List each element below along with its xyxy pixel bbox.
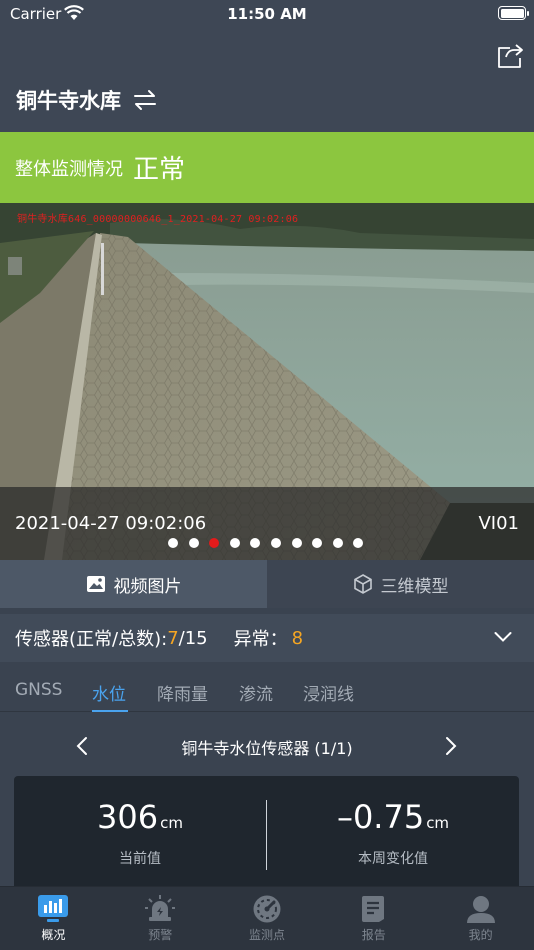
cube-icon [353, 574, 372, 594]
tab-overview[interactable]: 概况 [0, 887, 107, 950]
page-dot[interactable] [291, 538, 302, 548]
page-dot[interactable] [332, 538, 343, 548]
swap-icon[interactable] [133, 88, 157, 112]
report-icon [361, 896, 384, 922]
normal-sensor-count: 7 [167, 627, 179, 649]
sensor-navigator: 铜牛寺水位传感器 (1/1) [0, 724, 534, 768]
sensor-type-tabs: GNSS 水位 降雨量 渗流 浸润线 [0, 668, 534, 712]
overall-status-value: 正常 [133, 155, 186, 185]
page-dot[interactable] [250, 538, 261, 548]
page-dot[interactable] [353, 538, 364, 548]
tab-video-images[interactable]: 视频图片 [0, 560, 267, 608]
sensor-summary-prefix: 传感器(正常/总数): [15, 629, 168, 650]
weekly-change-value: –0.75 [336, 798, 425, 836]
tab-reports[interactable]: 报告 [320, 887, 427, 950]
overall-status-label: 整体监测情况 [15, 158, 123, 180]
sensor-summary[interactable]: 传感器(正常/总数): 7/15 异常： 8 [0, 614, 534, 662]
page-dot[interactable] [188, 538, 199, 548]
tab-seepage[interactable]: 渗流 [239, 680, 273, 705]
camera-snapshot[interactable]: 铜牛寺水库646_00000000646_1_2021-04-27 09:02:… [0, 203, 534, 560]
current-value-block: 306 cm 当前值 [14, 798, 266, 868]
tab-monitoring-points-label: 监测点 [248, 928, 285, 942]
tab-video-images-label: 视频图片 [113, 576, 182, 597]
tab-overview-label: 概况 [41, 928, 66, 942]
chevron-down-icon[interactable] [494, 631, 512, 643]
page-dot[interactable] [270, 538, 281, 548]
status-bar: Carrier 11:50 AM [0, 0, 534, 30]
user-icon [466, 896, 495, 923]
abnormal-label: 异常： [233, 629, 288, 650]
current-value-label: 当前值 [119, 851, 161, 867]
tab-3d-model-label: 三维模型 [380, 576, 449, 597]
tab-alerts-label: 预警 [148, 928, 173, 942]
share-icon[interactable] [496, 42, 524, 70]
active-tab-indicator [92, 710, 128, 712]
gauge-icon [253, 895, 281, 923]
snapshot-timestamp: 2021-04-27 09:02:06 [15, 513, 207, 534]
tab-monitoring-points[interactable]: 监测点 [214, 887, 321, 950]
tab-profile-label: 我的 [468, 928, 493, 942]
battery-icon [498, 6, 529, 20]
camera-id: VI01 [478, 513, 519, 534]
weekly-change-block: –0.75 cm 本周变化值 [267, 798, 519, 868]
chevron-right-icon[interactable] [444, 736, 458, 756]
alarm-icon [145, 895, 176, 921]
weekly-change-unit: cm [426, 814, 450, 832]
tab-phreatic-line[interactable]: 浸润线 [303, 680, 354, 705]
nav-header: 铜牛寺水库 [0, 30, 534, 132]
total-sensor-count: /15 [178, 627, 208, 649]
tab-alerts[interactable]: 预警 [107, 887, 214, 950]
image-icon [86, 576, 105, 592]
tab-gnss[interactable]: GNSS [15, 680, 62, 700]
bottom-tab-bar: 概况 预警 监测点 报告 我的 [0, 886, 534, 950]
tab-reports-label: 报告 [361, 928, 386, 942]
tab-3d-model[interactable]: 三维模型 [267, 560, 534, 608]
page-indicator[interactable] [168, 538, 374, 548]
abnormal-count: 8 [291, 627, 304, 649]
chart-icon [38, 895, 69, 922]
tab-rainfall[interactable]: 降雨量 [157, 680, 208, 705]
media-tabs: 视频图片 三维模型 [0, 560, 534, 608]
current-value: 306 [97, 798, 159, 836]
page-dot[interactable] [229, 538, 240, 548]
weekly-change-label: 本周变化值 [358, 851, 428, 867]
tab-profile[interactable]: 我的 [427, 887, 534, 950]
page-dot[interactable] [209, 538, 220, 548]
clock: 11:50 AM [227, 5, 307, 23]
readings-card: 306 cm 当前值 –0.75 cm 本周变化值 [14, 776, 519, 896]
reservoir-selector[interactable]: 铜牛寺水库 [16, 85, 157, 115]
tab-water-level[interactable]: 水位 [92, 680, 126, 705]
camera-overlay-caption: 铜牛寺水库646_00000000646_1_2021-04-27 09:02:… [17, 214, 299, 225]
page-title: 铜牛寺水库 [16, 89, 121, 113]
current-value-unit: cm [160, 814, 183, 832]
page-dot[interactable] [312, 538, 323, 548]
overall-status-banner: 整体监测情况 正常 [0, 132, 534, 203]
camera-footer: 2021-04-27 09:02:06 VI01 [0, 487, 534, 560]
page-dot[interactable] [168, 538, 178, 548]
